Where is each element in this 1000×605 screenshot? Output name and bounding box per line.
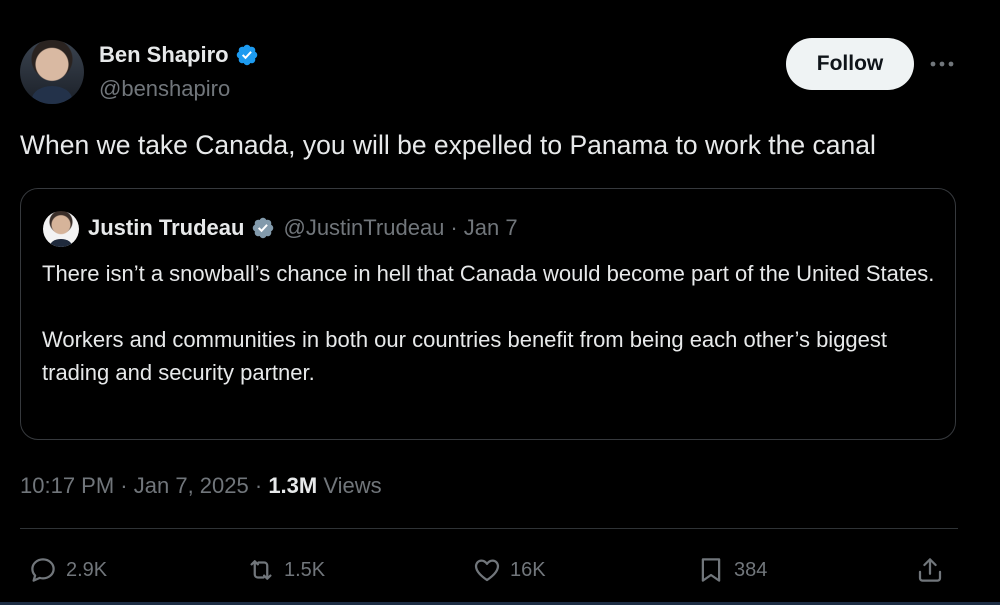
share-button[interactable] [915,550,953,590]
verified-badge-icon [253,217,274,239]
quoted-separator: · [450,215,458,240]
more-dots-icon[interactable] [928,52,956,76]
quoted-paragraph: Workers and communities in both our coun… [42,327,888,385]
tweet-date[interactable]: Jan 7, 2025 [134,473,249,498]
author-avatar[interactable] [20,40,84,104]
quoted-tweet-body: There isn’t a snowball’s chance in hell … [42,257,942,389]
repost-button[interactable]: 1.5K [246,550,325,590]
repost-count: 1.5K [284,558,326,581]
tweet: Ben Shapiro @benshapiro Follow When we t… [0,0,1000,605]
reply-button[interactable]: 2.9K [28,550,107,590]
meta-separator: · [254,473,263,498]
views-label: Views [323,473,382,498]
heart-icon [474,559,500,582]
bookmark-count: 384 [734,558,768,581]
quoted-author-avatar[interactable] [43,211,79,247]
share-icon [918,558,942,582]
action-bar: 2.9K 1.5K 16K 384 [0,550,1000,594]
divider [20,528,958,529]
tweet-time[interactable]: 10:17 PM [20,473,114,498]
quoted-tweet-header: Justin Trudeau @JustinTrudeau · Jan 7 [88,215,518,241]
quoted-tweet[interactable]: Justin Trudeau @JustinTrudeau · Jan 7 Th… [20,188,956,440]
author-handle[interactable]: @benshapiro [99,76,230,102]
quoted-author-handle[interactable]: @JustinTrudeau [283,215,444,241]
like-count: 16K [510,558,546,581]
reply-icon [31,558,55,582]
views-count: 1.3M [268,473,318,498]
quoted-paragraph: There isn’t a snowball’s chance in hell … [42,261,935,286]
author-name[interactable]: Ben Shapiro [99,42,229,68]
like-button[interactable]: 16K [472,550,546,590]
author-name-row[interactable]: Ben Shapiro [99,42,259,68]
tweet-text: When we take Canada, you will be expelle… [20,130,876,160]
repost-icon [250,560,272,580]
reply-count: 2.9K [66,558,108,581]
follow-button[interactable]: Follow [786,38,914,90]
verified-badge-icon [236,44,257,66]
tweet-meta: 10:17 PM · Jan 7, 2025 · 1.3M Views [20,473,382,499]
bookmark-icon [701,558,721,582]
quoted-author-name[interactable]: Justin Trudeau [88,215,244,241]
quoted-date[interactable]: Jan 7 [464,215,518,241]
bookmark-button[interactable]: 384 [696,550,767,590]
meta-separator: · [120,473,128,498]
